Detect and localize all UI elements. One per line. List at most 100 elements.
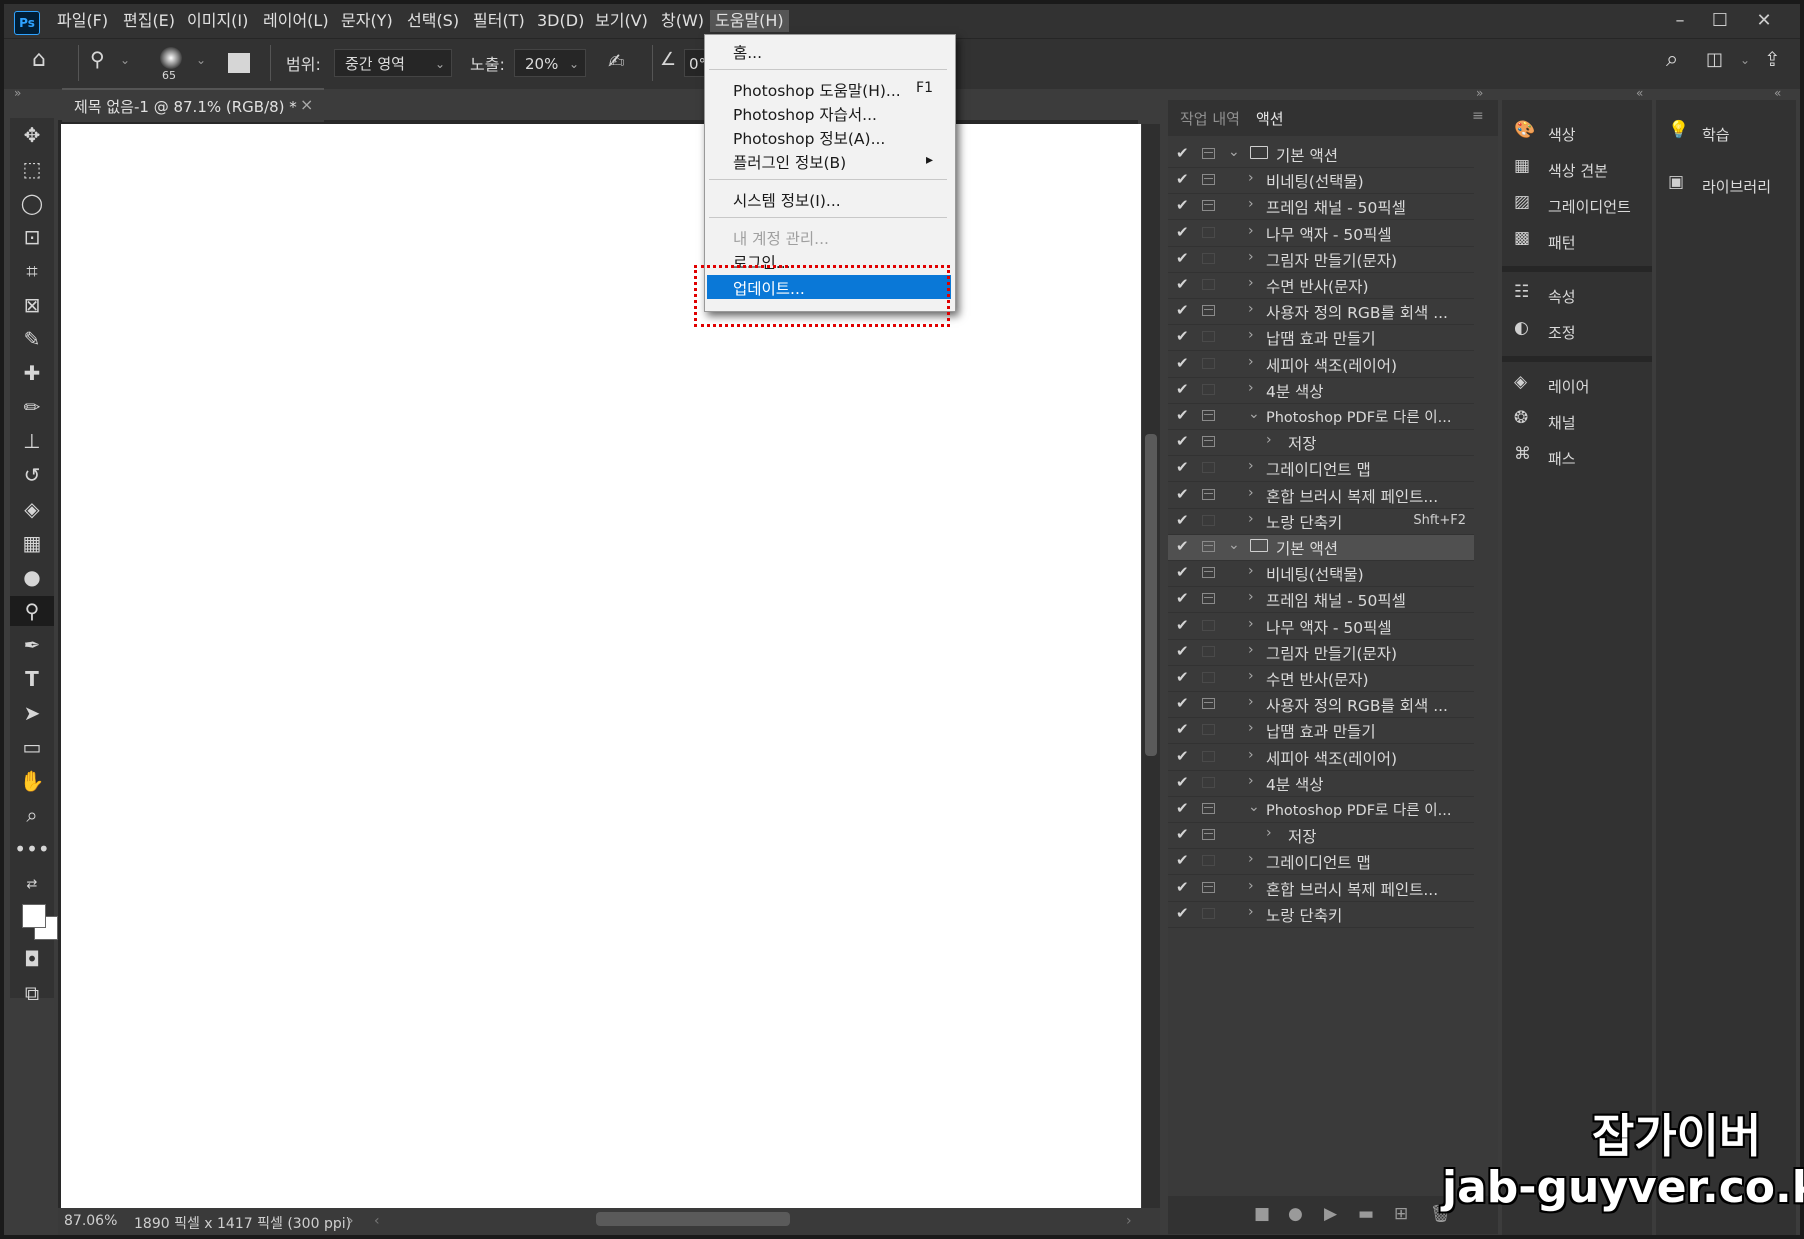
stop-icon[interactable]: ■ [1254, 1204, 1270, 1224]
dialog-toggle-icon[interactable] [1202, 148, 1215, 159]
menu-item-1[interactable]: 편집(E) [118, 10, 180, 32]
action-row[interactable]: ✔ ⌄ Photoshop PDF로 다른 이... [1168, 797, 1474, 823]
healing-brush-tool-icon[interactable]: ✚ [10, 358, 54, 388]
action-row[interactable]: ✔ › 저장 [1168, 823, 1474, 850]
dock-item-color-palette[interactable]: 🎨 색상 [1510, 118, 1646, 148]
toggle-checkmark-icon[interactable]: ✔ [1176, 354, 1189, 372]
hand-tool-icon[interactable]: ✋ [10, 766, 54, 796]
clone-stamp-tool-icon[interactable]: ⊥ [10, 426, 54, 456]
zoom-tool-icon[interactable]: ⌕ [10, 800, 54, 830]
toggle-checkmark-icon[interactable]: ✔ [1176, 380, 1189, 398]
toggle-checkmark-icon[interactable]: ✔ [1176, 694, 1189, 712]
history-brush-tool-icon[interactable]: ↺ [10, 460, 54, 490]
chevron-right-icon[interactable]: › [1248, 223, 1254, 239]
help-menu-item-0[interactable]: 홈... [707, 39, 951, 63]
menu-item-10[interactable]: 도움말(H) [710, 10, 789, 32]
collapse-dock-icon[interactable]: « [1636, 86, 1643, 100]
toggle-checkmark-icon[interactable]: ✔ [1176, 170, 1189, 188]
chevron-right-icon[interactable]: › [1248, 511, 1254, 527]
chevron-right-icon[interactable]: › [1248, 249, 1254, 265]
chevron-down-icon[interactable]: ⌄ [1228, 537, 1240, 553]
horizontal-scrollbar-thumb[interactable] [596, 1212, 790, 1226]
chevron-down-icon[interactable]: ⌄ [1248, 799, 1260, 815]
chevron-right-icon[interactable]: › [1248, 380, 1254, 396]
dialog-toggle-icon[interactable] [1202, 226, 1215, 238]
dialog-toggle-icon[interactable] [1202, 593, 1215, 605]
screen-mode-icon[interactable]: ⧉ [10, 978, 54, 1008]
chevron-down-icon[interactable]: ⌄ [1248, 406, 1260, 422]
toggle-checkmark-icon[interactable]: ✔ [1176, 720, 1189, 738]
dialog-toggle-icon[interactable] [1202, 305, 1215, 317]
chevron-right-icon[interactable]: › [1248, 694, 1254, 710]
action-row[interactable]: ✔ › 수면 반사(문자) [1168, 273, 1474, 299]
action-row[interactable]: ✔ › 그레이디언트 맵 [1168, 456, 1474, 483]
toggle-checkmark-icon[interactable]: ✔ [1176, 406, 1189, 424]
toggle-checkmark-icon[interactable]: ✔ [1176, 196, 1189, 214]
dodge-tool-preset-icon[interactable]: ⚲ [90, 47, 105, 71]
dialog-toggle-icon[interactable] [1202, 357, 1215, 369]
frame-tool-icon[interactable]: ⊠ [10, 290, 54, 320]
dock-item-gradient[interactable]: ▨ 그레이디언트 [1510, 190, 1646, 220]
toggle-checkmark-icon[interactable]: ✔ [1176, 144, 1189, 162]
action-row[interactable]: ✔ › 그림자 만들기(문자) [1168, 246, 1474, 273]
play-icon[interactable]: ▶ [1324, 1204, 1337, 1224]
chevron-right-icon[interactable]: › [348, 1213, 354, 1229]
foreground-color-swatch[interactable] [22, 904, 46, 928]
range-select[interactable]: 중간 영역 ⌄ [334, 49, 452, 77]
action-row[interactable]: ✔ › 납땜 효과 만들기 [1168, 718, 1474, 745]
dock-item-swatches[interactable]: ▦ 색상 견본 [1510, 154, 1646, 184]
zoom-level[interactable]: 87.06% [64, 1213, 117, 1229]
chevron-right-icon[interactable]: › [1248, 616, 1254, 632]
chevron-right-icon[interactable]: › [1248, 458, 1254, 474]
toggle-checkmark-icon[interactable]: ✔ [1176, 589, 1189, 607]
action-row[interactable]: ✔ › 납땜 효과 만들기 [1168, 325, 1474, 352]
chevron-right-icon[interactable]: › [1248, 589, 1254, 605]
scroll-left-icon[interactable]: ‹ [374, 1213, 380, 1229]
chevron-right-icon[interactable]: › [1248, 354, 1254, 370]
dialog-toggle-icon[interactable] [1202, 672, 1215, 683]
dialog-toggle-icon[interactable] [1202, 724, 1215, 736]
dialog-toggle-icon[interactable] [1202, 383, 1215, 395]
tab-actions[interactable]: 액션 [1256, 108, 1284, 129]
marquee-tool-icon[interactable]: ⬚ [10, 154, 54, 184]
scroll-right-icon[interactable]: › [1126, 1213, 1132, 1229]
toggle-checkmark-icon[interactable]: ✔ [1176, 537, 1189, 555]
dialog-toggle-icon[interactable] [1202, 331, 1215, 343]
move-tool-icon[interactable]: ✥ [10, 120, 54, 150]
chevron-right-icon[interactable]: › [1248, 668, 1254, 684]
help-menu-item-1[interactable]: Photoshop 도움말(H)... F1 [707, 77, 951, 101]
action-row[interactable]: ✔ › 혼합 브러시 복제 페인트... [1168, 482, 1474, 509]
action-row[interactable]: ✔ › 4분 색상 [1168, 377, 1474, 404]
exposure-input[interactable]: 20% ⌄ [514, 49, 586, 77]
vertical-scrollbar-thumb[interactable] [1145, 434, 1157, 756]
action-row[interactable]: ✔ › 비네팅(선택물) [1168, 561, 1474, 588]
dialog-toggle-icon[interactable] [1202, 279, 1215, 290]
dialog-toggle-icon[interactable] [1202, 567, 1215, 579]
chevron-right-icon[interactable]: › [1248, 747, 1254, 763]
menu-item-5[interactable]: 선택(S) [402, 10, 464, 32]
dialog-toggle-icon[interactable] [1202, 855, 1215, 867]
help-menu-item-4[interactable]: 플러그인 정보(B) ▸ [707, 149, 951, 173]
dialog-toggle-icon[interactable] [1202, 541, 1215, 552]
quick-mask-icon[interactable]: ◘ [10, 944, 54, 974]
help-menu-item-5[interactable]: 시스템 정보(I)... [707, 187, 951, 211]
chevron-right-icon[interactable]: › [1248, 301, 1254, 317]
chevron-right-icon[interactable]: › [1248, 851, 1254, 867]
airbrush-icon[interactable]: ✍ [608, 49, 625, 73]
dock-item-channels[interactable]: ❂ 채널 [1510, 406, 1646, 436]
toggle-checkmark-icon[interactable]: ✔ [1176, 275, 1189, 293]
close-tab-icon[interactable]: × [300, 95, 313, 114]
action-row[interactable]: ✔ › 그림자 만들기(문자) [1168, 639, 1474, 666]
action-row[interactable]: ✔ › 저장 [1168, 430, 1474, 457]
chevron-right-icon[interactable]: › [1248, 485, 1254, 501]
dock-item-pattern[interactable]: ▩ 패턴 [1510, 226, 1646, 256]
object-selection-tool-icon[interactable]: ⊡ [10, 222, 54, 252]
action-row[interactable]: ✔ › 수면 반사(문자) [1168, 666, 1474, 692]
chevron-right-icon[interactable]: › [1248, 327, 1254, 343]
action-row[interactable]: ✔ › 4분 색상 [1168, 770, 1474, 797]
dialog-toggle-icon[interactable] [1202, 698, 1215, 710]
dock-item-libraries[interactable]: ▣ 라이브러리 [1664, 170, 1800, 200]
lasso-tool-icon[interactable]: ◯ [10, 188, 54, 218]
menu-item-6[interactable]: 필터(T) [468, 10, 530, 32]
chevron-right-icon[interactable]: › [1248, 773, 1254, 789]
